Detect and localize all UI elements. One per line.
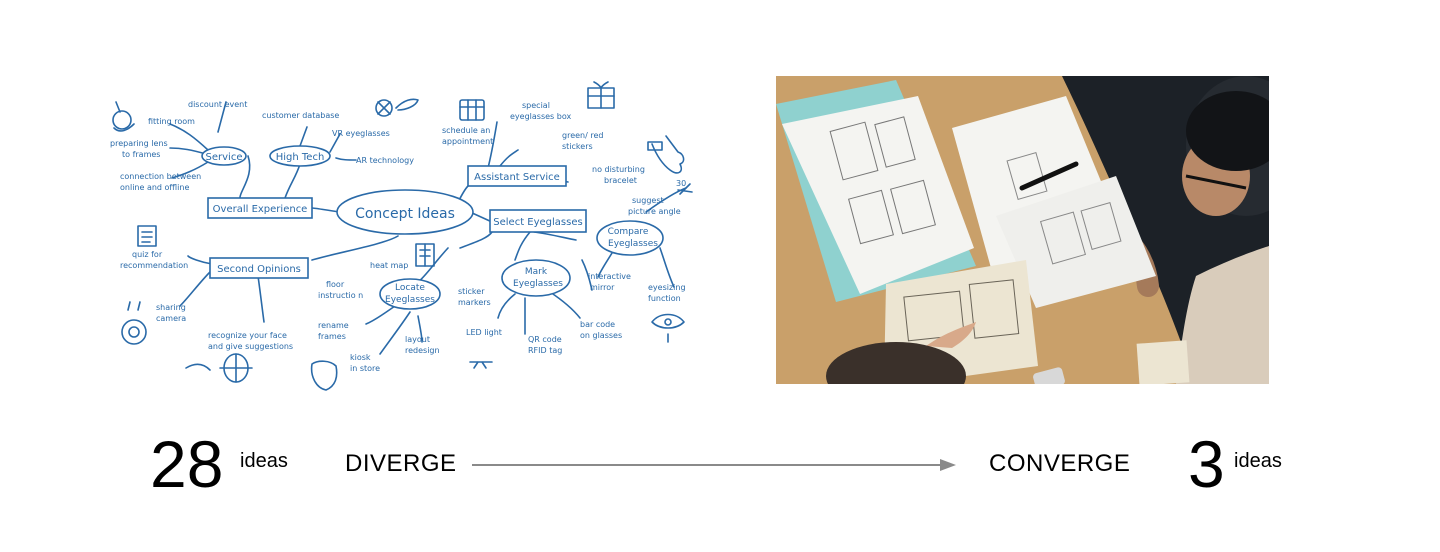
- diverge-label: DIVERGE: [345, 450, 457, 477]
- node-compare-eyeglasses-line1: Compare: [608, 227, 649, 237]
- doodle-hand-bracelet-icon: [647, 135, 685, 174]
- doodle-kiosk-icon: [310, 360, 338, 391]
- converge-label: CONVERGE: [989, 450, 1131, 477]
- leaf-layout-redesign-1: layout: [405, 335, 430, 344]
- leaf-recognize-1: recognize your face: [208, 331, 287, 340]
- small-notebook: [1136, 340, 1190, 384]
- leaf-stickers-2: stickers: [562, 142, 593, 151]
- node-compare-eyeglasses-line2: Eyeglasses: [608, 239, 658, 249]
- leaf-vr-eyeglasses: VR eyeglasses: [332, 129, 390, 138]
- leaf-customer-database: customer database: [262, 111, 339, 120]
- doodle-vr-headset-icon: [375, 98, 419, 117]
- doodle-angle-label: 30: [676, 179, 686, 188]
- diverge-count: 28: [150, 427, 224, 501]
- converge-unit: ideas: [1234, 450, 1282, 472]
- leaf-sharing-camera-2: camera: [156, 314, 186, 323]
- leaf-preparing-lens-1: preparing lens: [110, 139, 168, 148]
- leaf-floor-instruction-2: instructio n: [318, 291, 363, 300]
- node-locate-eyeglasses-line1: Locate: [395, 283, 425, 293]
- doodle-map-icon: [415, 243, 435, 267]
- leaf-eyesizing-2: function: [648, 294, 681, 303]
- node-service: Service: [206, 152, 243, 163]
- node-locate-eyeglasses-line2: Eyeglasses: [385, 295, 435, 305]
- leaf-sticker-markers-1: sticker: [458, 287, 485, 296]
- doodle-gift-box-icon: [587, 81, 615, 109]
- node-mark-eyeglasses-line2: Eyeglasses: [513, 279, 563, 289]
- leaf-schedule-1: schedule an: [442, 126, 490, 135]
- leaf-bracelet-1: no disturbing: [592, 165, 645, 174]
- leaf-heat-map: heat map: [370, 261, 408, 270]
- leaf-special-box-2: eyeglasses box: [510, 112, 571, 121]
- leaf-connection-1: connection between: [120, 172, 201, 181]
- leaf-ar-technology: AR technology: [356, 156, 414, 165]
- leaf-special-box-1: special: [522, 101, 550, 110]
- leaf-quiz-1: quiz for: [132, 250, 163, 259]
- leaf-recognize-2: and give suggestions: [208, 342, 293, 351]
- node-select-eyeglasses: Select Eyeglasses: [493, 217, 582, 228]
- leaf-interactive-mirror-2: mirror: [590, 283, 615, 292]
- leaf-bar-code-2: on glasses: [580, 331, 622, 340]
- doodle-calendar-icon: [459, 99, 485, 121]
- leaf-floor-instruction-1: floor: [326, 280, 345, 289]
- doodle-led-light-icon: [469, 361, 493, 369]
- node-mark-eyeglasses-line1: Mark: [525, 267, 548, 277]
- leaf-kiosk-1: kiosk: [350, 353, 371, 362]
- leaf-picture-angle-1: suggest: [632, 196, 664, 205]
- concept-ideas-mindmap: Concept Ideas Service High Tech Overall …: [110, 81, 693, 391]
- arrow-head-icon: [940, 459, 956, 471]
- doodle-eye-icon: [651, 313, 685, 343]
- leaf-rename-frames-1: rename: [318, 321, 349, 330]
- leaf-qr-code-1: QR code: [528, 335, 562, 344]
- leaf-quiz-2: recommendation: [120, 261, 188, 270]
- workshop-photo-drawing: [776, 76, 1269, 384]
- leaf-bar-code-1: bar code: [580, 320, 615, 329]
- node-second-opinions: Second Opinions: [217, 264, 301, 275]
- diverge-unit: ideas: [240, 450, 288, 472]
- leaf-interactive-mirror-1: interactive: [588, 272, 631, 281]
- leaf-qr-code-2: RFID tag: [528, 346, 562, 355]
- converge-count: 3: [1188, 427, 1225, 501]
- leaf-picture-angle-2: picture angle: [628, 207, 681, 216]
- doodle-camera-icon: [121, 301, 147, 345]
- leaf-connection-2: online and offline: [120, 183, 189, 192]
- leaf-stickers-1: green/ red: [562, 131, 603, 140]
- leaf-schedule-2: appointment: [442, 137, 493, 146]
- doodle-mirror-icon: [112, 101, 135, 132]
- leaf-layout-redesign-2: redesign: [405, 346, 440, 355]
- leaf-bracelet-2: bracelet: [604, 176, 637, 185]
- leaf-discount-event: discount event: [188, 100, 247, 109]
- leaf-sticker-markers-2: markers: [458, 298, 491, 307]
- doodle-face-scan-icon: [185, 353, 253, 383]
- leaf-eyesizing-1: eyesizing: [648, 283, 686, 292]
- leaf-rename-frames-2: frames: [318, 332, 346, 341]
- doodle-book-icon: [137, 225, 157, 247]
- diverge-to-converge-arrow: [472, 459, 956, 471]
- leaf-preparing-lens-2: to frames: [122, 150, 160, 159]
- node-high-tech: High Tech: [276, 152, 325, 163]
- node-assistant-service: Assistant Service: [474, 172, 560, 183]
- node-mark-eyeglasses-outline: [501, 259, 571, 297]
- workshop-photo: [776, 76, 1269, 384]
- leaf-sharing-camera-1: sharing: [156, 303, 186, 312]
- mindmap-center-label: Concept Ideas: [355, 206, 455, 222]
- leaf-led-light: LED light: [466, 328, 502, 337]
- leaf-fitting-room: fitting room: [148, 117, 195, 126]
- node-overall-experience: Overall Experience: [213, 204, 308, 215]
- leaf-kiosk-2: in store: [350, 364, 380, 373]
